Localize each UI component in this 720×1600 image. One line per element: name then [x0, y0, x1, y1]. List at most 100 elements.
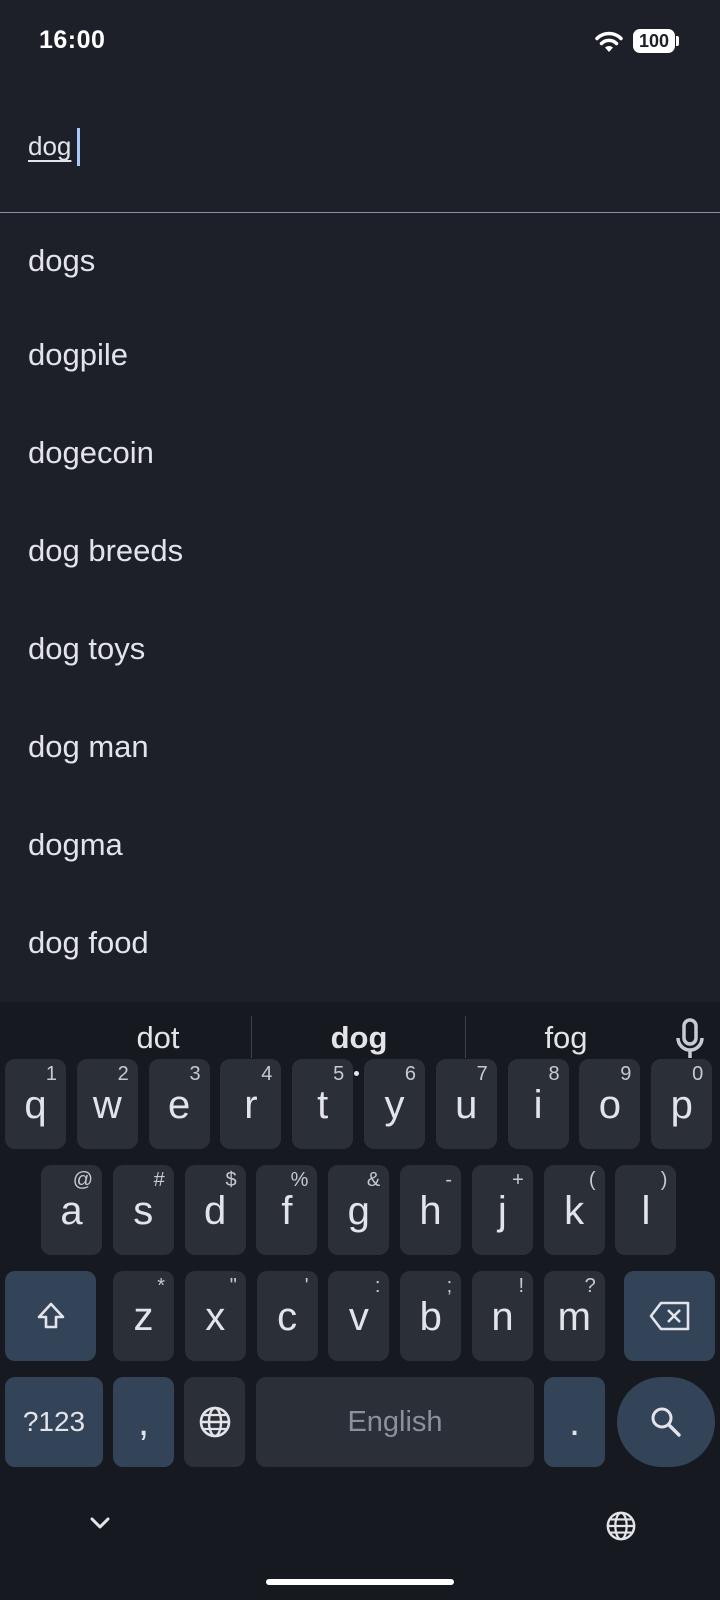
- key-c[interactable]: c ': [256, 1271, 318, 1361]
- key-i[interactable]: i8: [507, 1059, 569, 1149]
- key-v[interactable]: v:: [328, 1271, 390, 1361]
- key-o[interactable]: o9: [579, 1059, 641, 1149]
- key-label: h: [419, 1189, 442, 1233]
- key-hint: @: [72, 1169, 93, 1191]
- battery-icon: 100: [633, 29, 679, 53]
- keyboard: dot dog fog q1w2e3r4t5y6u7i8o9p0 a @ s # d $ f…: [0, 1002, 720, 1600]
- key-hint: ': [304, 1275, 309, 1297]
- globe-icon: [199, 1406, 230, 1438]
- key-r[interactable]: r4: [220, 1059, 282, 1149]
- key-hint: 4: [261, 1063, 273, 1085]
- key-hint: ): [660, 1169, 668, 1191]
- key-y[interactable]: y6: [364, 1059, 425, 1149]
- key-e[interactable]: e3: [148, 1059, 210, 1149]
- key-f[interactable]: f%: [256, 1165, 318, 1255]
- key-label: s: [133, 1189, 154, 1233]
- suggestion-item[interactable]: dogs: [0, 213, 720, 306]
- wifi-icon: [595, 31, 623, 52]
- key-b[interactable]: b;: [400, 1271, 462, 1361]
- key-label: a: [60, 1189, 83, 1233]
- key-hint: 6: [404, 1063, 416, 1085]
- hide-keyboard-chevron-icon[interactable]: [86, 1513, 114, 1533]
- key-u[interactable]: u7: [435, 1059, 497, 1149]
- suggestion-item[interactable]: dog breeds: [0, 502, 720, 600]
- shift-key[interactable]: [5, 1271, 96, 1361]
- key-label: r: [244, 1083, 258, 1127]
- candidate-word[interactable]: fog: [468, 1010, 664, 1066]
- key-hint: &: [366, 1169, 381, 1191]
- key-label: c: [277, 1295, 298, 1339]
- key-n[interactable]: n!: [472, 1271, 533, 1361]
- key-label: x: [205, 1295, 226, 1339]
- search-icon: [651, 1407, 681, 1437]
- candidate-word[interactable]: dot: [60, 1010, 256, 1066]
- comma-key[interactable]: ,: [113, 1377, 174, 1467]
- status-time: 16:00: [39, 26, 106, 54]
- home-indicator[interactable]: [266, 1579, 454, 1585]
- symbols-key[interactable]: ?123: [5, 1377, 103, 1467]
- key-hint: ": [229, 1275, 237, 1297]
- key-hint: $: [225, 1169, 237, 1191]
- suggestion-item[interactable]: dogpile: [0, 306, 720, 404]
- key-hint: ;: [446, 1275, 453, 1297]
- key-hint: 8: [548, 1063, 560, 1085]
- key-label: p: [670, 1083, 693, 1127]
- key-w[interactable]: w2: [76, 1059, 138, 1149]
- nav-globe-icon[interactable]: [605, 1510, 637, 1542]
- key-hint: 0: [692, 1063, 704, 1085]
- key-label: y: [384, 1083, 405, 1127]
- key-hint: *: [157, 1275, 165, 1297]
- suggestion-list: dogs dogpile dogecoin dog breeds dog toy…: [0, 213, 720, 992]
- status-bar: 16:00 100: [0, 0, 720, 84]
- key-x[interactable]: x ": [184, 1271, 246, 1361]
- key-h[interactable]: h-: [400, 1165, 461, 1255]
- key-hint: (: [588, 1169, 596, 1191]
- key-j[interactable]: j +: [471, 1165, 533, 1255]
- key-hint: %: [290, 1169, 309, 1191]
- key-label: m: [557, 1295, 591, 1339]
- key-label: u: [455, 1083, 478, 1127]
- candidate-separator: [465, 1016, 466, 1058]
- suggestion-item[interactable]: dog toys: [0, 600, 720, 698]
- key-g[interactable]: g &: [328, 1165, 390, 1255]
- search-query-text: dog: [28, 131, 72, 161]
- suggestion-item[interactable]: dogecoin: [0, 404, 720, 502]
- key-label: n: [491, 1295, 514, 1339]
- key-k[interactable]: k(: [543, 1165, 605, 1255]
- candidate-word-primary[interactable]: dog: [262, 1010, 456, 1066]
- suggestion-item[interactable]: dog food: [0, 894, 720, 992]
- battery-level: 100: [633, 29, 675, 53]
- candidate-separator: [251, 1016, 252, 1058]
- key-hint: #: [153, 1169, 165, 1191]
- key-z[interactable]: z *: [113, 1271, 174, 1361]
- search-input[interactable]: dog: [0, 84, 720, 212]
- key-d[interactable]: d $: [184, 1165, 246, 1255]
- key-label: d: [203, 1189, 227, 1233]
- key-label: k: [564, 1189, 585, 1233]
- key-hint: 9: [620, 1063, 632, 1085]
- key-label: g: [347, 1189, 370, 1233]
- key-s[interactable]: s #: [112, 1165, 174, 1255]
- key-m[interactable]: m?: [543, 1271, 605, 1361]
- key-p[interactable]: p0: [651, 1059, 713, 1149]
- backspace-icon: [649, 1301, 689, 1331]
- key-q[interactable]: q1: [5, 1059, 66, 1149]
- key-label: t: [317, 1083, 329, 1127]
- text-caret: [77, 128, 80, 166]
- period-key[interactable]: .: [544, 1377, 605, 1467]
- backspace-key[interactable]: [624, 1271, 715, 1361]
- key-t[interactable]: t5: [292, 1059, 354, 1149]
- key-label: e: [167, 1083, 191, 1127]
- key-label: v: [348, 1295, 369, 1339]
- shift-icon: [37, 1302, 64, 1329]
- suggestion-item[interactable]: dog man: [0, 698, 720, 796]
- microphone-icon[interactable]: [672, 1018, 708, 1060]
- key-label: j: [497, 1189, 507, 1233]
- key-hint: 5: [333, 1063, 345, 1085]
- key-a[interactable]: a @: [41, 1165, 102, 1255]
- language-switch-key[interactable]: [184, 1377, 245, 1467]
- key-l[interactable]: l): [615, 1165, 677, 1255]
- space-key[interactable]: English: [256, 1377, 534, 1467]
- search-action-key[interactable]: [617, 1377, 715, 1467]
- suggestion-item[interactable]: dogma: [0, 796, 720, 894]
